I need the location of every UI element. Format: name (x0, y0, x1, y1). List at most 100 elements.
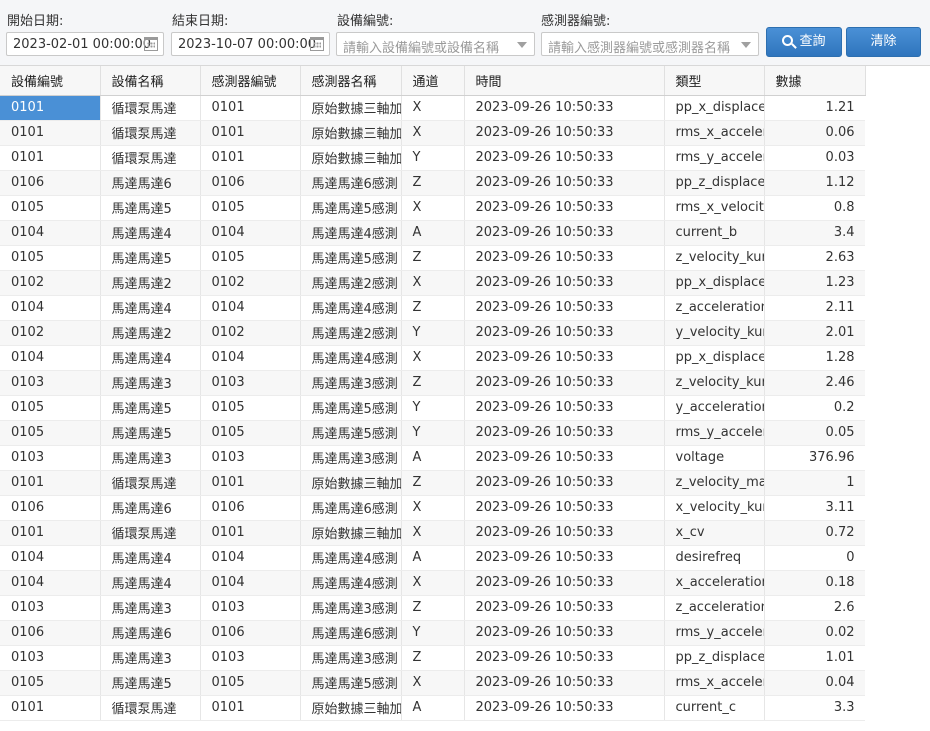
sensor-id-cell[interactable]: 0101 (200, 145, 301, 171)
sensor-select[interactable]: 請輸入感測器編號或感測器名稱 (541, 32, 759, 56)
type-cell[interactable]: z_velocity_kurto (664, 370, 765, 396)
device-name-cell[interactable]: 馬達馬達4 (100, 545, 201, 571)
value-cell[interactable]: 0.8 (764, 195, 866, 221)
device-id-cell[interactable]: 0103 (0, 595, 101, 621)
device-name-cell[interactable]: 馬達馬達6 (100, 495, 201, 521)
device-id-cell[interactable]: 0105 (0, 195, 101, 221)
value-cell[interactable]: 2.11 (764, 295, 866, 321)
sensor-id-cell[interactable]: 0101 (200, 120, 301, 146)
sensor-id-cell[interactable]: 0104 (200, 220, 301, 246)
clear-button[interactable]: 清除 (846, 27, 921, 57)
time-cell[interactable]: 2023-09-26 10:50:33 (464, 120, 665, 146)
sensor-name-cell[interactable]: 馬達馬達4感測 (300, 220, 402, 246)
value-cell[interactable]: 1.21 (764, 95, 866, 121)
sensor-name-cell[interactable]: 原始數據三軸加 (300, 120, 402, 146)
sensor-id-cell[interactable]: 0105 (200, 245, 301, 271)
channel-cell[interactable]: X (401, 195, 465, 221)
channel-cell[interactable]: A (401, 695, 465, 721)
sensor-name-cell[interactable]: 馬達馬達4感測 (300, 570, 402, 596)
sensor-id-cell[interactable]: 0104 (200, 545, 301, 571)
type-cell[interactable]: rms_x_velocity_ (664, 195, 765, 221)
time-cell[interactable]: 2023-09-26 10:50:33 (464, 245, 665, 271)
device-id-cell[interactable]: 0103 (0, 645, 101, 671)
type-cell[interactable]: rms_y_accelera (664, 420, 765, 446)
value-cell[interactable]: 376.96 (764, 445, 866, 471)
time-cell[interactable]: 2023-09-26 10:50:33 (464, 545, 665, 571)
value-cell[interactable]: 1.01 (764, 645, 866, 671)
sensor-id-cell[interactable]: 0105 (200, 670, 301, 696)
device-name-cell[interactable]: 馬達馬達6 (100, 620, 201, 646)
column-header-device-id[interactable]: 設備編號 (0, 66, 101, 96)
device-name-cell[interactable]: 馬達馬達4 (100, 570, 201, 596)
table-row[interactable]: 0101 循環泵馬達 0101 原始數據三軸加 X 2023-09-26 10:50:33… (0, 520, 866, 546)
device-name-cell[interactable]: 馬達馬達4 (100, 220, 201, 246)
column-header-sensor-name[interactable]: 感測器名稱 (300, 66, 402, 96)
type-cell[interactable]: pp_z_displacen (664, 645, 765, 671)
table-row[interactable]: 0105 馬達馬達5 0105 馬達馬達5感測 Y 2023-09-26 10:50:33… (0, 395, 866, 421)
sensor-name-cell[interactable]: 馬達馬達3感測 (300, 645, 402, 671)
sensor-name-cell[interactable]: 馬達馬達5感測 (300, 395, 402, 421)
table-row[interactable]: 0106 馬達馬達6 0106 馬達馬達6感測 Z 2023-09-26 10:50:33… (0, 170, 866, 196)
value-cell[interactable]: 3.11 (764, 495, 866, 521)
sensor-name-cell[interactable]: 馬達馬達3感測 (300, 370, 402, 396)
table-row[interactable]: 0104 馬達馬達4 0104 馬達馬達4感測 X 2023-09-26 10:50:33… (0, 570, 866, 596)
sensor-name-cell[interactable]: 馬達馬達5感測 (300, 670, 402, 696)
table-row[interactable]: 0103 馬達馬達3 0103 馬達馬達3感測 Z 2023-09-26 10:50:33… (0, 595, 866, 621)
value-cell[interactable]: 1.28 (764, 345, 866, 371)
sensor-id-cell[interactable]: 0102 (200, 320, 301, 346)
device-name-cell[interactable]: 循環泵馬達 (100, 120, 201, 146)
device-name-cell[interactable]: 馬達馬達6 (100, 170, 201, 196)
type-cell[interactable]: x_cv (664, 520, 765, 546)
device-id-cell[interactable]: 0104 (0, 570, 101, 596)
sensor-id-cell[interactable]: 0105 (200, 195, 301, 221)
table-row[interactable]: 0102 馬達馬達2 0102 馬達馬達2感測 Y 2023-09-26 10:50:33… (0, 320, 866, 346)
device-name-cell[interactable]: 馬達馬達4 (100, 345, 201, 371)
channel-cell[interactable]: X (401, 520, 465, 546)
calendar-icon[interactable] (310, 37, 324, 51)
type-cell[interactable]: y_acceleration_ (664, 395, 765, 421)
channel-cell[interactable]: Z (401, 645, 465, 671)
column-header-value[interactable]: 數據 (764, 66, 866, 96)
time-cell[interactable]: 2023-09-26 10:50:33 (464, 645, 665, 671)
sensor-id-cell[interactable]: 0101 (200, 470, 301, 496)
sensor-id-cell[interactable]: 0102 (200, 270, 301, 296)
value-cell[interactable]: 0.18 (764, 570, 866, 596)
time-cell[interactable]: 2023-09-26 10:50:33 (464, 520, 665, 546)
time-cell[interactable]: 2023-09-26 10:50:33 (464, 270, 665, 296)
chevron-down-icon[interactable] (517, 42, 527, 48)
device-name-cell[interactable]: 循環泵馬達 (100, 695, 201, 721)
sensor-id-cell[interactable]: 0106 (200, 170, 301, 196)
table-row[interactable]: 0101 循環泵馬達 0101 原始數據三軸加 X 2023-09-26 10:50:33… (0, 95, 866, 121)
table-row[interactable]: 0105 馬達馬達5 0105 馬達馬達5感測 Y 2023-09-26 10:50:33… (0, 420, 866, 446)
device-id-cell[interactable]: 0106 (0, 620, 101, 646)
device-name-cell[interactable]: 循環泵馬達 (100, 95, 201, 121)
time-cell[interactable]: 2023-09-26 10:50:33 (464, 195, 665, 221)
device-id-cell[interactable]: 0106 (0, 170, 101, 196)
device-id-cell[interactable]: 0105 (0, 245, 101, 271)
device-id-cell[interactable]: 0102 (0, 320, 101, 346)
value-cell[interactable]: 0.03 (764, 145, 866, 171)
channel-cell[interactable]: A (401, 445, 465, 471)
type-cell[interactable]: pp_x_displacen (664, 95, 765, 121)
device-name-cell[interactable]: 循環泵馬達 (100, 470, 201, 496)
channel-cell[interactable]: X (401, 570, 465, 596)
channel-cell[interactable]: Z (401, 295, 465, 321)
sensor-id-cell[interactable]: 0101 (200, 695, 301, 721)
sensor-name-cell[interactable]: 馬達馬達5感測 (300, 420, 402, 446)
device-name-cell[interactable]: 馬達馬達3 (100, 645, 201, 671)
table-row[interactable]: 0103 馬達馬達3 0103 馬達馬達3感測 A 2023-09-26 10:50:33… (0, 445, 866, 471)
channel-cell[interactable]: Z (401, 245, 465, 271)
sensor-name-cell[interactable]: 原始數據三軸加 (300, 145, 402, 171)
device-name-cell[interactable]: 馬達馬達3 (100, 595, 201, 621)
channel-cell[interactable]: Z (401, 595, 465, 621)
channel-cell[interactable]: Y (401, 320, 465, 346)
channel-cell[interactable]: Y (401, 620, 465, 646)
sensor-name-cell[interactable]: 馬達馬達6感測 (300, 620, 402, 646)
device-id-cell[interactable]: 0103 (0, 445, 101, 471)
type-cell[interactable]: z_velocity_max (664, 470, 765, 496)
sensor-id-cell[interactable]: 0106 (200, 620, 301, 646)
calendar-icon[interactable] (144, 37, 158, 51)
device-id-cell[interactable]: 0105 (0, 395, 101, 421)
value-cell[interactable]: 0.05 (764, 420, 866, 446)
sensor-name-cell[interactable]: 馬達馬達2感測 (300, 320, 402, 346)
